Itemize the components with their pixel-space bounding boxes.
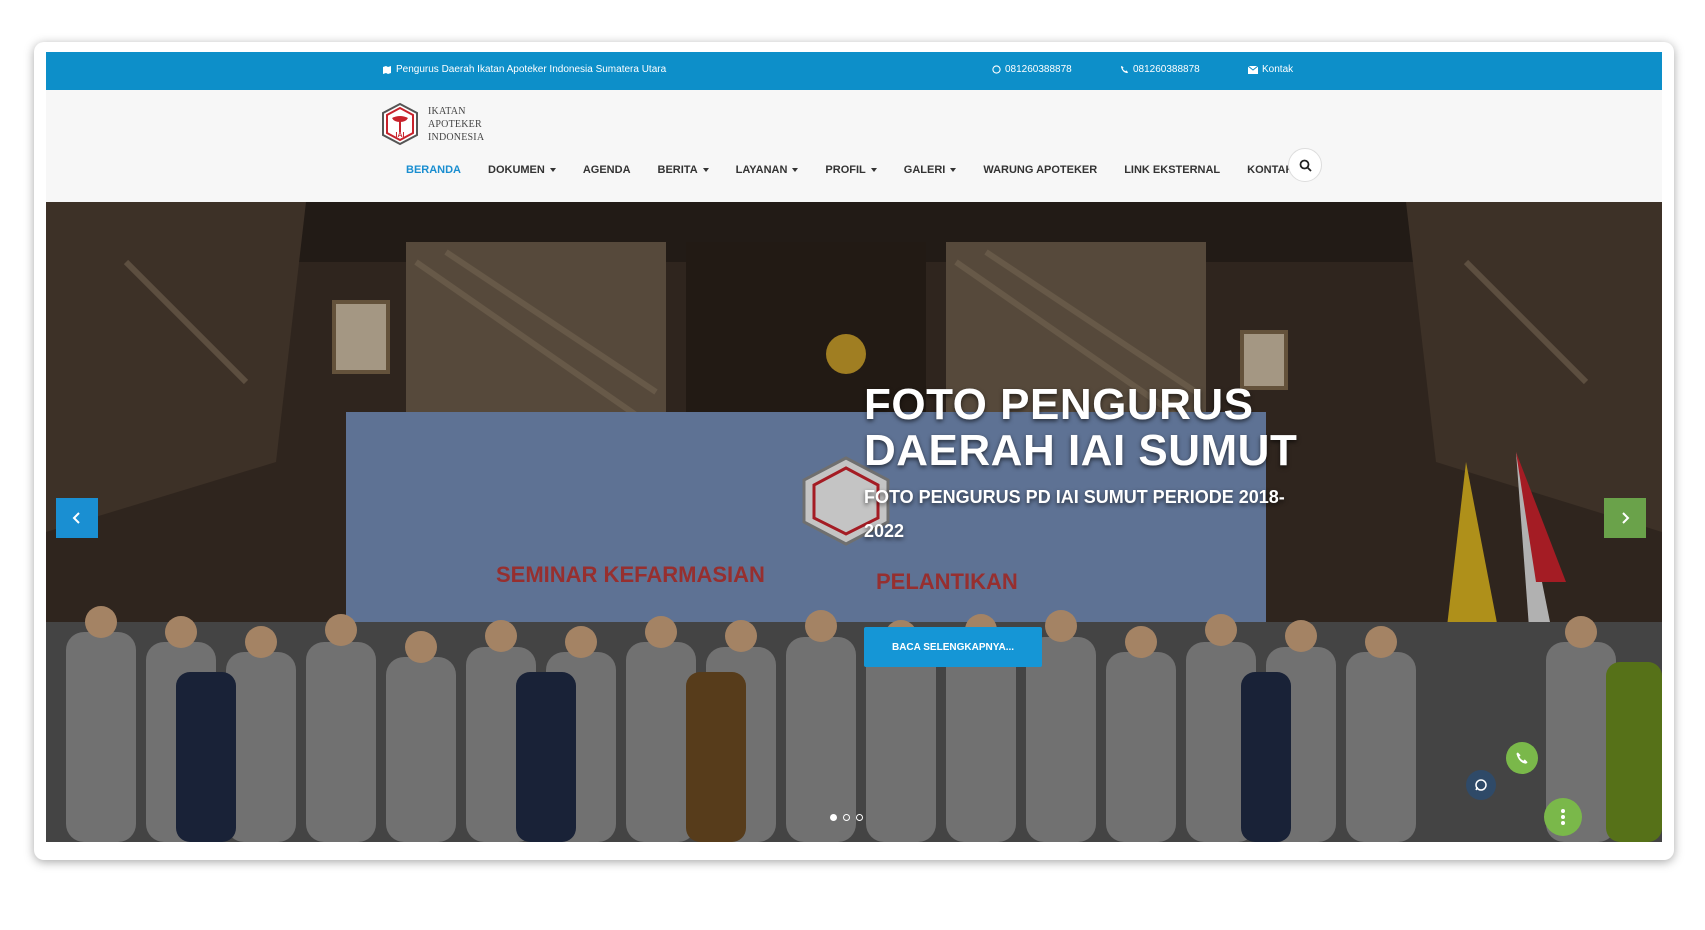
phone-icon bbox=[1516, 752, 1528, 764]
more-options-fab[interactable] bbox=[1544, 798, 1582, 836]
phone-number: 081260388878 bbox=[1133, 64, 1200, 75]
whatsapp-number: 081260388878 bbox=[1005, 64, 1072, 75]
nav-label: BERANDA bbox=[406, 164, 461, 176]
contact-label: Kontak bbox=[1262, 64, 1294, 75]
read-more-button[interactable]: BACA SELENGKAPNYA... bbox=[864, 627, 1042, 667]
logo-line-3: INDONESIA bbox=[428, 131, 485, 143]
nav-item-berita[interactable]: BERITA bbox=[658, 164, 709, 176]
nav-label: GALERI bbox=[903, 164, 946, 176]
nav-item-link-eksternal[interactable]: LINK EKSTERNAL bbox=[1124, 164, 1220, 176]
top-bar: Pengurus Daerah Ikatan Apoteker Indonesi… bbox=[46, 52, 1662, 90]
whatsapp-icon bbox=[1475, 779, 1487, 791]
nav-label: WARUNG APOTEKER bbox=[983, 164, 1098, 176]
caret-down-icon bbox=[870, 168, 877, 172]
logo-line-2: APOTEKER bbox=[428, 118, 482, 130]
caret-down-icon bbox=[702, 168, 709, 172]
contact-link[interactable]: Kontak bbox=[1248, 64, 1293, 75]
phone-icon bbox=[1120, 65, 1129, 74]
slide-dot-3[interactable] bbox=[856, 814, 863, 821]
nav-item-layanan[interactable]: LAYANAN bbox=[736, 164, 799, 176]
envelope-icon bbox=[1248, 65, 1258, 74]
whatsapp-fab[interactable] bbox=[1466, 770, 1496, 800]
slide-title: FOTO PENGURUS DAERAH IAI SUMUT bbox=[864, 380, 1298, 475]
hero-slider: SEMINAR KEFARMASIAN PELANTIKAN FOTO PENG… bbox=[46, 202, 1662, 842]
whatsapp-link[interactable]: 081260388878 bbox=[992, 64, 1072, 75]
nav-label: AGENDA bbox=[582, 164, 631, 176]
nav-label: PROFIL bbox=[825, 164, 866, 176]
whatsapp-icon bbox=[992, 65, 1001, 74]
org-name-text: Pengurus Daerah Ikatan Apoteker Indonesi… bbox=[396, 64, 667, 75]
nav-label: DOKUMEN bbox=[488, 164, 545, 176]
header: IAI IKATAN APOTEKER INDONESIA BERANDA DO… bbox=[46, 90, 1662, 203]
nav-label: KONTAK bbox=[1247, 164, 1294, 176]
next-slide-button[interactable] bbox=[1604, 498, 1646, 538]
vertical-dots-icon bbox=[1561, 809, 1565, 825]
slide-indicators bbox=[830, 814, 863, 821]
prev-slide-button[interactable] bbox=[56, 498, 98, 538]
slide-caption: FOTO PENGURUS DAERAH IAI SUMUT FOTO PENG… bbox=[864, 382, 1314, 548]
nav-item-beranda[interactable]: BERANDA bbox=[406, 164, 461, 176]
page: Pengurus Daerah Ikatan Apoteker Indonesi… bbox=[46, 52, 1662, 842]
nav-item-agenda[interactable]: AGENDA bbox=[583, 164, 631, 176]
slide-dot-1[interactable] bbox=[830, 814, 837, 821]
map-icon bbox=[382, 65, 392, 75]
nav-label: LAYANAN bbox=[735, 164, 788, 176]
logo-badge-text: IAI bbox=[396, 132, 405, 139]
nav-label: BERITA bbox=[657, 164, 698, 176]
nav-item-galeri[interactable]: GALERI bbox=[904, 164, 957, 176]
logo-line-1: IKATAN bbox=[428, 105, 466, 117]
logo-text: IKATAN APOTEKER INDONESIA bbox=[428, 105, 484, 144]
nav-item-kontak[interactable]: KONTAK bbox=[1247, 164, 1293, 176]
nav-item-warung-apoteker[interactable]: WARUNG APOTEKER bbox=[983, 164, 1097, 176]
caret-down-icon bbox=[950, 168, 957, 172]
slide-dot-2[interactable] bbox=[843, 814, 850, 821]
search-icon bbox=[1299, 159, 1312, 172]
nav-item-profil[interactable]: PROFIL bbox=[825, 164, 877, 176]
chevron-left-icon bbox=[72, 512, 80, 524]
caret-down-icon bbox=[792, 168, 799, 172]
nav-item-dokumen[interactable]: DOKUMEN bbox=[488, 164, 556, 176]
logo[interactable]: IAI IKATAN APOTEKER INDONESIA bbox=[380, 102, 484, 146]
nav-label: LINK EKSTERNAL bbox=[1124, 164, 1221, 176]
main-nav: BERANDA DOKUMEN AGENDA BERITA LAYANAN PR… bbox=[406, 158, 1320, 182]
org-name-item: Pengurus Daerah Ikatan Apoteker Indonesi… bbox=[382, 64, 666, 75]
iai-logo-icon: IAI bbox=[382, 102, 418, 146]
caret-down-icon bbox=[549, 168, 556, 172]
chevron-right-icon bbox=[1622, 512, 1630, 524]
slide-subtitle: FOTO PENGURUS PD IAI SUMUT PERIODE 2018-… bbox=[864, 487, 1285, 541]
call-fab[interactable] bbox=[1506, 742, 1538, 774]
phone-link[interactable]: 081260388878 bbox=[1120, 64, 1200, 75]
search-button[interactable] bbox=[1288, 148, 1322, 182]
hero-overlay bbox=[46, 202, 1662, 842]
